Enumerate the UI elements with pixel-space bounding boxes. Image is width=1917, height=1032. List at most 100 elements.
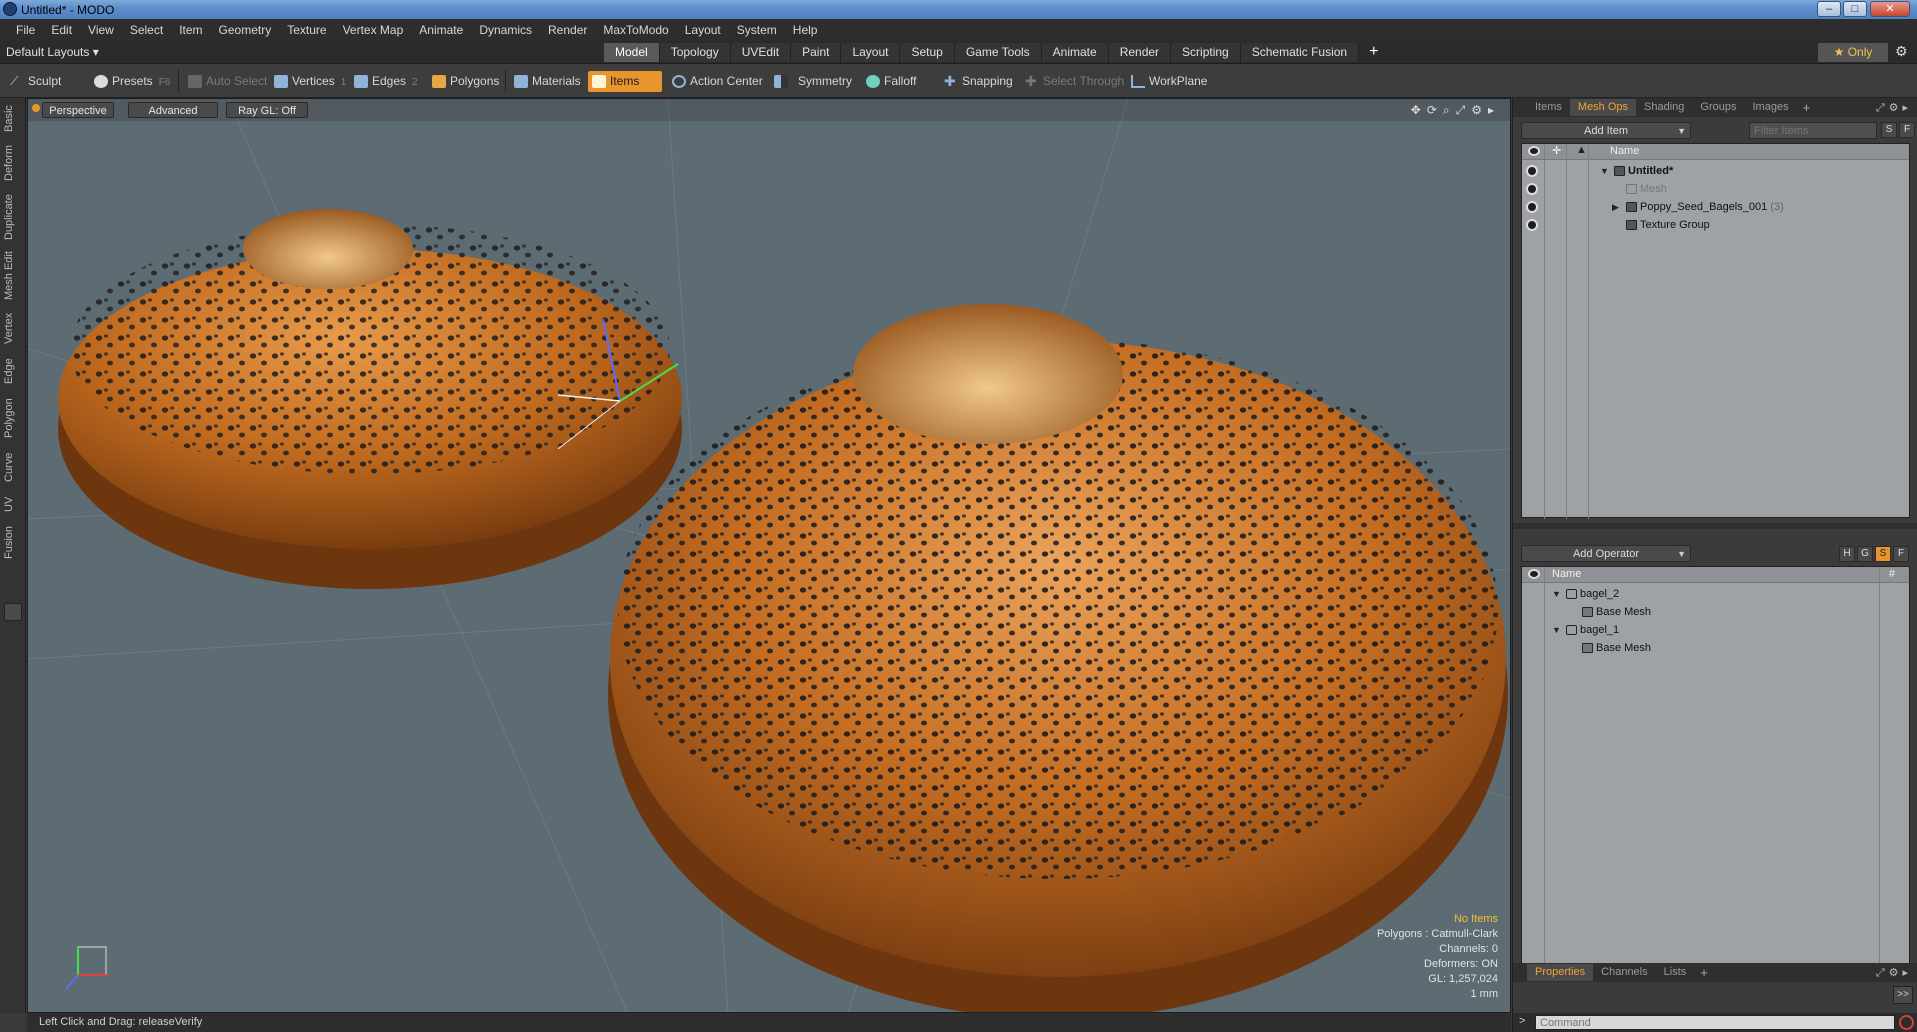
g-button[interactable]: G — [1857, 546, 1873, 562]
advanced-button[interactable]: Advanced — [128, 102, 218, 118]
item-list[interactable]: ✛ ▲ Name ▼ Untitled* Mesh ▶ Poppy_Seed_B… — [1521, 143, 1910, 519]
tab-shading[interactable]: Shading — [1636, 99, 1692, 116]
menu-dynamics[interactable]: Dynamics — [471, 23, 540, 37]
menu-geometry[interactable]: Geometry — [211, 23, 280, 37]
vtab-polygon[interactable]: Polygon — [3, 394, 23, 442]
select-through-button[interactable]: ✚ Select Through — [1021, 71, 1130, 92]
tab-groups[interactable]: Groups — [1692, 99, 1744, 116]
add-item-button[interactable]: Add Item ▼ — [1521, 122, 1691, 139]
raygl-button[interactable]: Ray GL: Off — [226, 102, 308, 118]
list-item-bagel-2[interactable]: ▼ bagel_2 — [1522, 585, 1909, 603]
falloff-button[interactable]: Falloff — [862, 71, 922, 92]
tab-setup[interactable]: Setup — [900, 43, 955, 62]
menu-render[interactable]: Render — [540, 23, 595, 37]
tab-uvedit[interactable]: UVEdit — [730, 43, 792, 62]
tab-model[interactable]: Model — [604, 43, 660, 62]
expand-triangle-icon[interactable]: ▼ — [1600, 162, 1609, 180]
menu-vertex-map[interactable]: Vertex Map — [335, 23, 412, 37]
menu-edit[interactable]: Edit — [43, 23, 80, 37]
tab-animate[interactable]: Animate — [1041, 43, 1109, 62]
expand-arrows-button[interactable]: >> — [1893, 986, 1913, 1004]
record-icon[interactable] — [1899, 1015, 1914, 1030]
visibility-eye-icon[interactable] — [1526, 183, 1538, 195]
tab-images[interactable]: Images — [1745, 99, 1797, 116]
h-button[interactable]: H — [1839, 546, 1855, 562]
menu-help[interactable]: Help — [785, 23, 826, 37]
filter-items-input[interactable] — [1749, 122, 1877, 139]
menu-file[interactable]: File — [8, 23, 43, 37]
list-item-bagel-1[interactable]: ▼ bagel_1 — [1522, 621, 1909, 639]
items-button[interactable]: Items — [588, 71, 662, 92]
menu-animate[interactable]: Animate — [411, 23, 471, 37]
tab-mesh-ops[interactable]: Mesh Ops — [1569, 99, 1637, 116]
only-button[interactable]: ★ Only — [1818, 43, 1888, 62]
polygons-button[interactable]: Polygons — [428, 71, 505, 92]
edges-button[interactable]: Edges 2 — [350, 71, 424, 92]
tab-topology[interactable]: Topology — [659, 43, 731, 62]
vtab-vertex[interactable]: Vertex — [3, 308, 23, 348]
menu-item[interactable]: Item — [171, 23, 210, 37]
visibility-eye-icon[interactable] — [1526, 201, 1538, 213]
tab-layout[interactable]: Layout — [841, 43, 901, 62]
minimize-button[interactable]: – — [1817, 1, 1841, 17]
add-operator-button[interactable]: Add Operator ▼ — [1521, 545, 1691, 562]
tab-schematic-fusion[interactable]: Schematic Fusion — [1240, 43, 1360, 62]
close-button[interactable]: ✕ — [1870, 1, 1910, 17]
menu-select[interactable]: Select — [122, 23, 171, 37]
auto-select-button[interactable]: Auto Select — [184, 71, 273, 92]
vtab-duplicate[interactable]: Duplicate — [3, 190, 23, 244]
list-item-poppy-seed-bagels[interactable]: ▶ Poppy_Seed_Bagels_001 (3) — [1522, 198, 1909, 216]
command-input[interactable] — [1535, 1015, 1895, 1030]
f-toggle-button[interactable]: F — [1893, 546, 1909, 562]
vtab-basic[interactable]: Basic — [3, 102, 23, 136]
gear-icon[interactable]: ⚙ — [1895, 43, 1908, 60]
snapping-button[interactable]: ✚ Snapping — [940, 71, 1019, 92]
mesh-ops-list[interactable]: Name # ▼ bagel_2 Base Mesh ▼ bagel_1 Bas… — [1521, 566, 1910, 972]
list-item-base-mesh[interactable]: Base Mesh — [1522, 603, 1909, 621]
symmetry-button[interactable]: Symmetry — [770, 71, 858, 92]
menu-system[interactable]: System — [729, 23, 785, 37]
3d-viewport[interactable]: Perspective Advanced Ray GL: Off ✥⟳⌕⤢⚙▸ … — [27, 98, 1511, 1013]
visibility-eye-icon[interactable] — [1526, 219, 1538, 231]
add-panel-tab-icon[interactable]: + — [1694, 965, 1714, 980]
menu-layout[interactable]: Layout — [677, 23, 729, 37]
panel-splitter[interactable] — [1513, 523, 1917, 529]
menu-maxtomodo[interactable]: MaxToModo — [595, 23, 676, 37]
visibility-eye-icon[interactable] — [1526, 165, 1538, 177]
expand-triangle-icon[interactable]: ▼ — [1552, 585, 1561, 603]
bagel-1[interactable] — [58, 209, 682, 589]
list-item-untitled[interactable]: ▼ Untitled* — [1522, 162, 1909, 180]
menu-texture[interactable]: Texture — [279, 23, 334, 37]
panel-options-icon[interactable]: ⤢⚙▸ — [1876, 101, 1912, 115]
vtab-fusion[interactable]: Fusion — [3, 522, 23, 562]
workplane-button[interactable]: WorkPlane — [1127, 71, 1213, 92]
tab-channels[interactable]: Channels — [1593, 964, 1655, 981]
list-item-base-mesh[interactable]: Base Mesh — [1522, 639, 1909, 657]
tab-properties[interactable]: Properties — [1527, 964, 1594, 981]
vtab-deform[interactable]: Deform — [3, 142, 23, 184]
tab-game-tools[interactable]: Game Tools — [954, 43, 1042, 62]
tab-scripting[interactable]: Scripting — [1171, 43, 1241, 62]
s-toggle-button[interactable]: S — [1875, 546, 1891, 562]
expand-triangle-icon[interactable]: ▶ — [1612, 198, 1619, 216]
list-item-texture-group[interactable]: Texture Group — [1522, 216, 1909, 234]
maximize-button[interactable]: □ — [1843, 1, 1867, 17]
expand-triangle-icon[interactable]: ▼ — [1552, 621, 1561, 639]
tab-lists[interactable]: Lists — [1656, 964, 1695, 981]
vtab-edge[interactable]: Edge — [3, 354, 23, 388]
materials-button[interactable]: Materials — [510, 71, 587, 92]
panel-options-icon[interactable]: ⤢⚙▸ — [1876, 966, 1912, 980]
add-tab-icon[interactable]: + — [1369, 43, 1378, 62]
vtab-uv[interactable]: UV — [3, 492, 23, 516]
s-button[interactable]: S — [1881, 122, 1897, 138]
add-panel-tab-icon[interactable]: + — [1797, 100, 1817, 115]
menu-view[interactable]: View — [80, 23, 122, 37]
tab-paint[interactable]: Paint — [791, 43, 842, 62]
list-item-mesh[interactable]: Mesh — [1522, 180, 1909, 198]
panel-toggle-button[interactable] — [4, 603, 22, 621]
vtab-curve[interactable]: Curve — [3, 448, 23, 486]
action-center-button[interactable]: Action Center — [668, 71, 769, 92]
sculpt-button[interactable]: ⟋ Sculpt — [6, 71, 67, 92]
vertices-button[interactable]: Vertices 1 — [270, 71, 352, 92]
viewport-nav-icons[interactable]: ✥⟳⌕⤢⚙▸ — [1411, 103, 1500, 118]
